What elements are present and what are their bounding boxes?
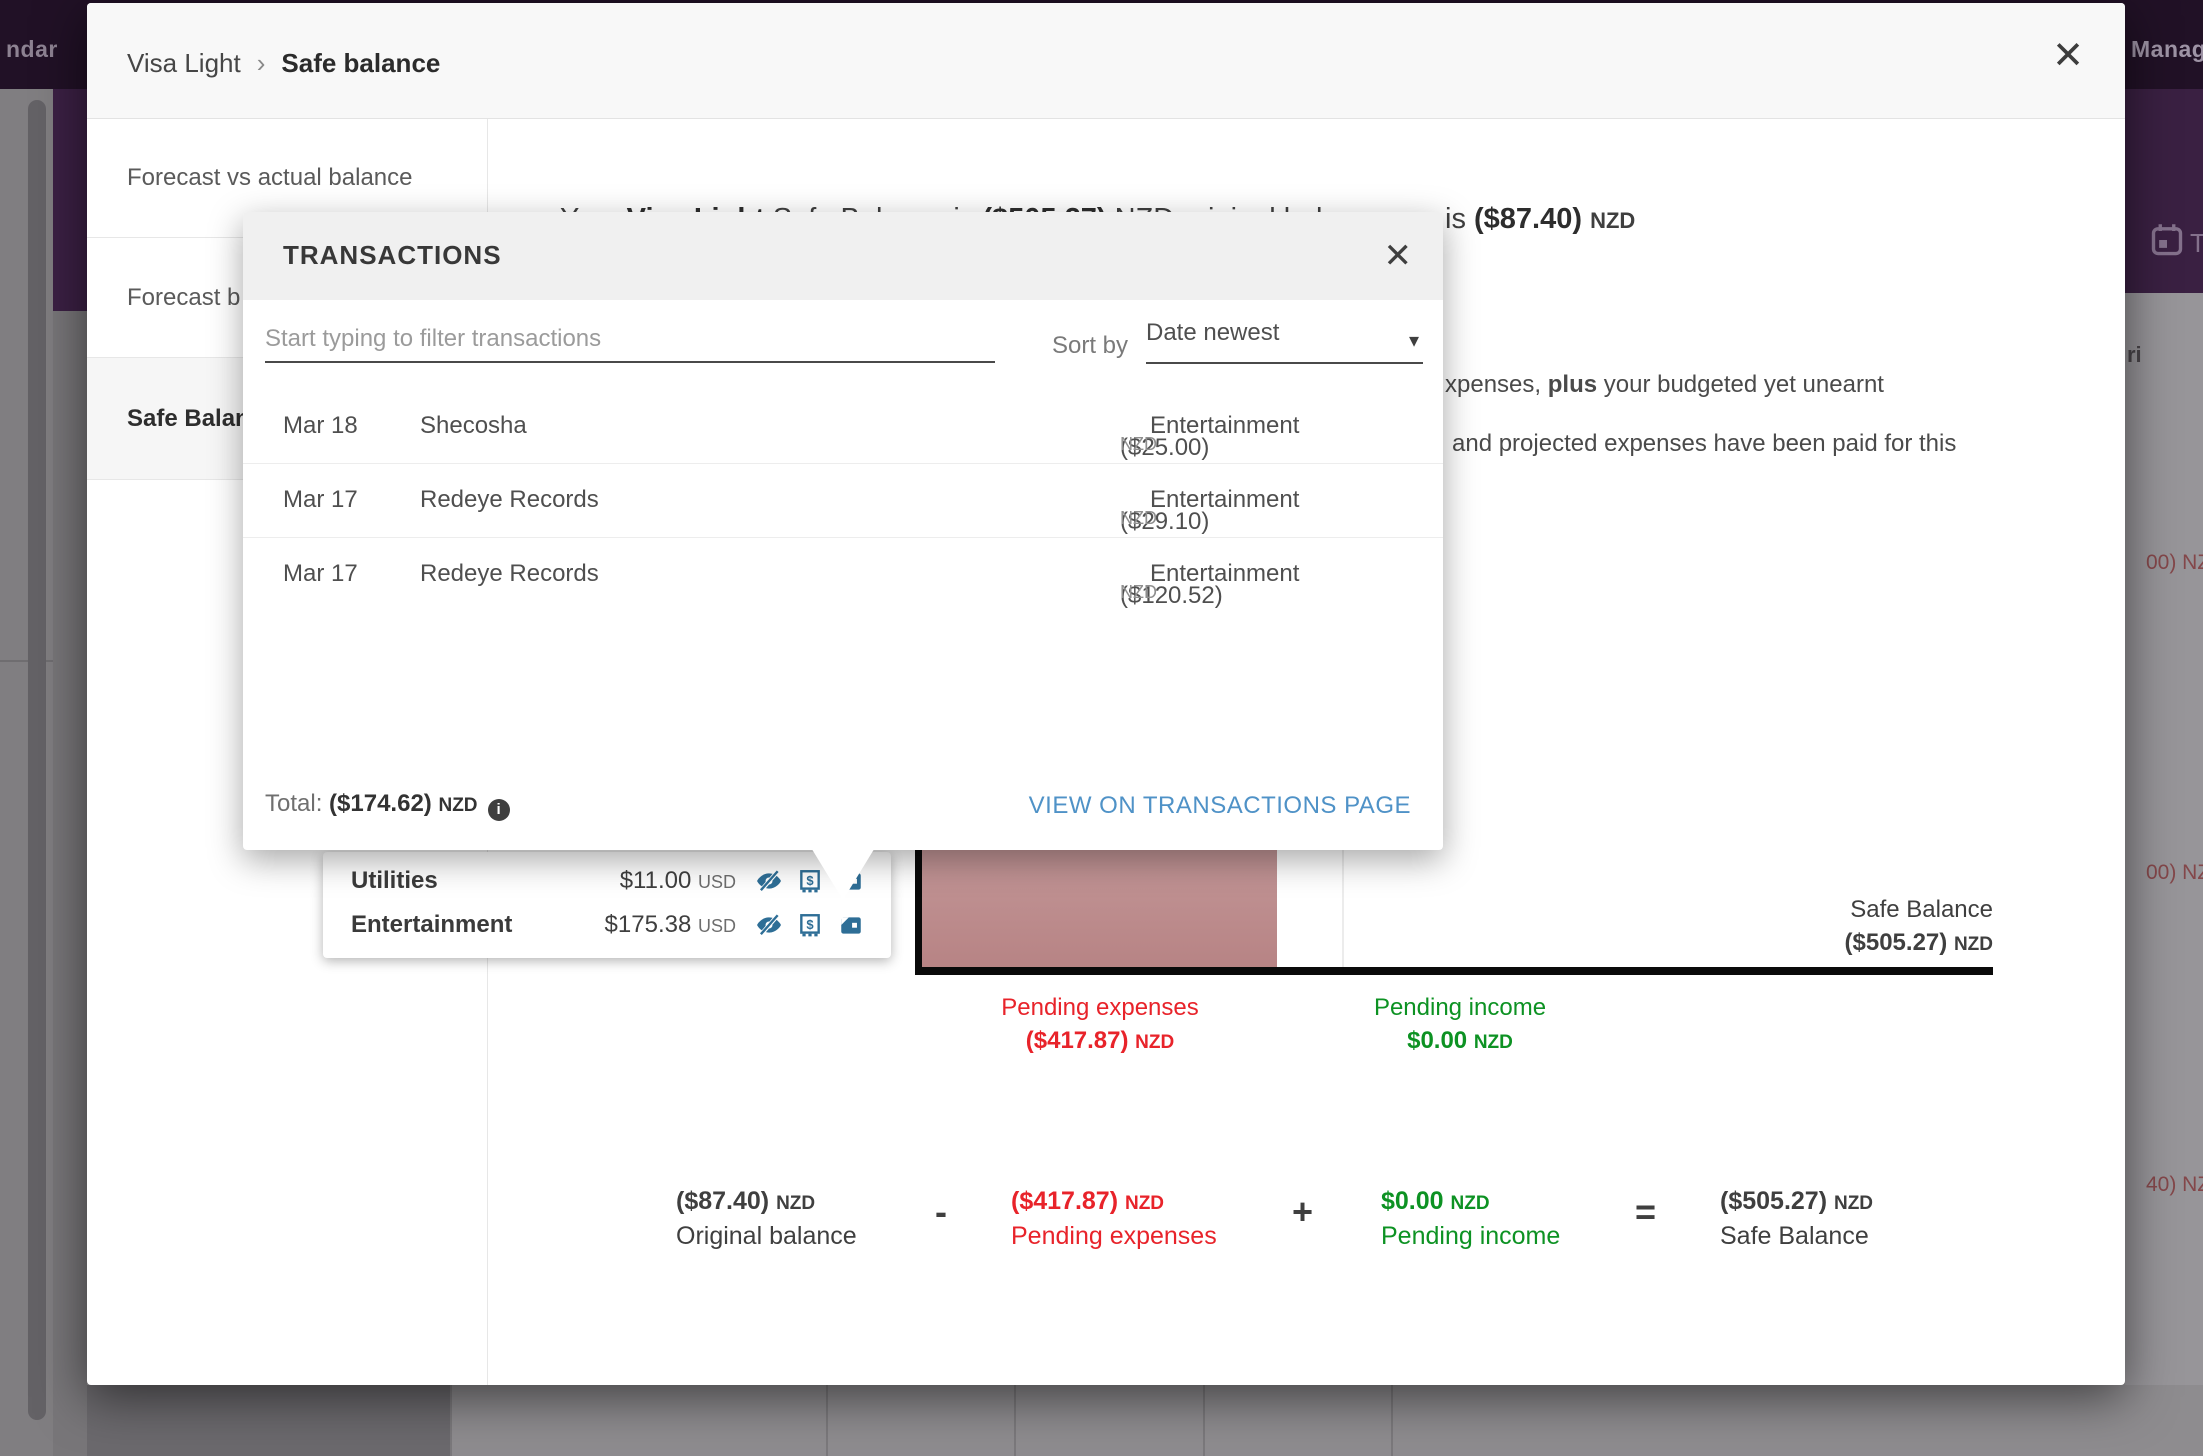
background-column-divider	[1014, 1385, 1016, 1456]
sidebar-item-label: Forecast b	[127, 284, 240, 312]
transaction-payee: Redeye Records	[420, 486, 599, 514]
category-amount: $11.00 USD	[571, 867, 736, 895]
equation-pending-income: $0.00 NZD Pending income	[1381, 1185, 1560, 1253]
safe-balance-heading-fragment: is ($87.40) NZD	[1445, 203, 1635, 236]
background-bottom-left	[87, 1385, 450, 1456]
sidebar-item-label: Forecast vs actual balance	[127, 164, 412, 192]
equation-original-balance: ($87.40) NZD Original balance	[676, 1185, 857, 1253]
background-axis-label: 40) NZD	[2146, 1173, 2203, 1197]
plus-operator: +	[1292, 1191, 1313, 1233]
transaction-date: Mar 18	[283, 412, 358, 440]
tooltip-row-entertainment: Entertainment $175.38 USD $	[323, 903, 891, 947]
background-nav-manage-fragment: Manag	[2131, 36, 2203, 63]
view-on-transactions-page-link[interactable]: VIEW ON TRANSACTIONS PAGE	[1029, 792, 1411, 820]
equals-operator: =	[1635, 1191, 1656, 1233]
chevron-down-icon: ▾	[1409, 328, 1419, 353]
transaction-row[interactable]: Mar 17 Redeye Records ($29.10) NZD Enter…	[243, 464, 1443, 538]
background-column-divider	[1203, 1385, 1205, 1456]
pending-income-chart-label: Pending income $0.00 NZD	[1374, 991, 1546, 1059]
sort-select-value: Date newest	[1146, 319, 1279, 346]
background-scrollbar[interactable]	[28, 100, 46, 1420]
background-column-divider	[1391, 1385, 1393, 1456]
receipt-icon[interactable]: $	[797, 912, 823, 938]
transaction-payee: Shecosha	[420, 412, 527, 440]
popup-close-icon[interactable]: ✕	[1384, 236, 1413, 276]
screen: ndar Manag T ri 00) NZD 00) NZD 40) NZD …	[0, 0, 2203, 1456]
transaction-date: Mar 17	[283, 486, 358, 514]
transaction-category: Entertainment	[1150, 486, 1299, 514]
eye-off-icon[interactable]	[756, 868, 782, 894]
background-left-sidebar	[53, 89, 87, 311]
wallet-icon[interactable]	[838, 912, 864, 938]
transaction-date: Mar 17	[283, 560, 358, 588]
sort-select[interactable]: Date newest ▾	[1146, 319, 1423, 364]
pending-expenses-chart-label: Pending expenses ($417.87) NZD	[1001, 991, 1198, 1059]
explainer-line-1: xpenses, plus your budgeted yet unearnt	[1445, 371, 1884, 399]
category-name: Entertainment	[351, 911, 571, 939]
safe-balance-chart-label: Safe Balance ($505.27) NZD	[1845, 893, 1993, 961]
background-day-label: ri	[2127, 342, 2142, 368]
filter-transactions-input[interactable]	[265, 317, 995, 363]
svg-text:$: $	[806, 917, 814, 932]
eye-off-icon[interactable]	[756, 912, 782, 938]
chart-baseline	[915, 967, 1993, 975]
tooltip-row-utilities: Utilities $11.00 USD $	[323, 859, 891, 903]
popup-pointer	[810, 846, 876, 900]
category-amount: $175.38 USD	[571, 911, 736, 939]
calendar-icon	[2149, 222, 2185, 258]
transactions-total: Total: ($174.62) NZDi	[265, 790, 510, 821]
transaction-row[interactable]: Mar 18 Shecosha ($25.00) NZD Entertainme…	[243, 390, 1443, 464]
transaction-row[interactable]: Mar 17 Redeye Records ($120.52) NZD Ente…	[243, 538, 1443, 612]
equation-safe-balance: ($505.27) NZD Safe Balance	[1720, 1185, 1873, 1253]
transaction-category: Entertainment	[1150, 560, 1299, 588]
transaction-payee: Redeye Records	[420, 560, 599, 588]
breadcrumb: Visa Light › Safe balance	[127, 48, 440, 79]
breadcrumb-account[interactable]: Visa Light	[127, 48, 241, 78]
equation-pending-expenses: ($417.87) NZD Pending expenses	[1011, 1185, 1217, 1253]
transaction-category: Entertainment	[1150, 412, 1299, 440]
background-column-divider	[450, 1385, 452, 1456]
transactions-popup: TRANSACTIONS ✕ Sort by Date newest ▾ Mar…	[243, 212, 1443, 850]
info-icon[interactable]: i	[488, 799, 510, 821]
category-name: Utilities	[351, 867, 571, 895]
minus-operator: -	[935, 1191, 947, 1233]
safe-balance-modal: Visa Light › Safe balance ✕ Forecast vs ac…	[87, 3, 2125, 1385]
background-left-sidebar-lower	[53, 311, 87, 1456]
background-column-divider	[826, 1385, 828, 1456]
breadcrumb-current: Safe balance	[281, 48, 440, 78]
modal-header: Visa Light › Safe balance ✕	[87, 3, 2125, 119]
background-nav-calendar-fragment: ndar	[6, 36, 58, 63]
background-panel-letter: T	[2190, 228, 2203, 259]
popup-header: TRANSACTIONS ✕	[243, 212, 1443, 300]
chart-gridline	[1342, 850, 1344, 967]
background-right-panel	[2125, 89, 2203, 293]
category-tooltip: Utilities $11.00 USD $ Entertainment $17…	[323, 852, 891, 958]
popup-title: TRANSACTIONS	[283, 240, 502, 271]
explainer-line-2: and projected expenses have been paid fo…	[1452, 430, 1956, 458]
modal-close-icon[interactable]: ✕	[2052, 33, 2084, 78]
sort-by-label: Sort by	[1052, 332, 1128, 360]
background-axis-label: 00) NZD	[2146, 861, 2203, 885]
breadcrumb-separator: ›	[257, 48, 266, 78]
background-axis-label: 00) NZD	[2146, 551, 2203, 575]
